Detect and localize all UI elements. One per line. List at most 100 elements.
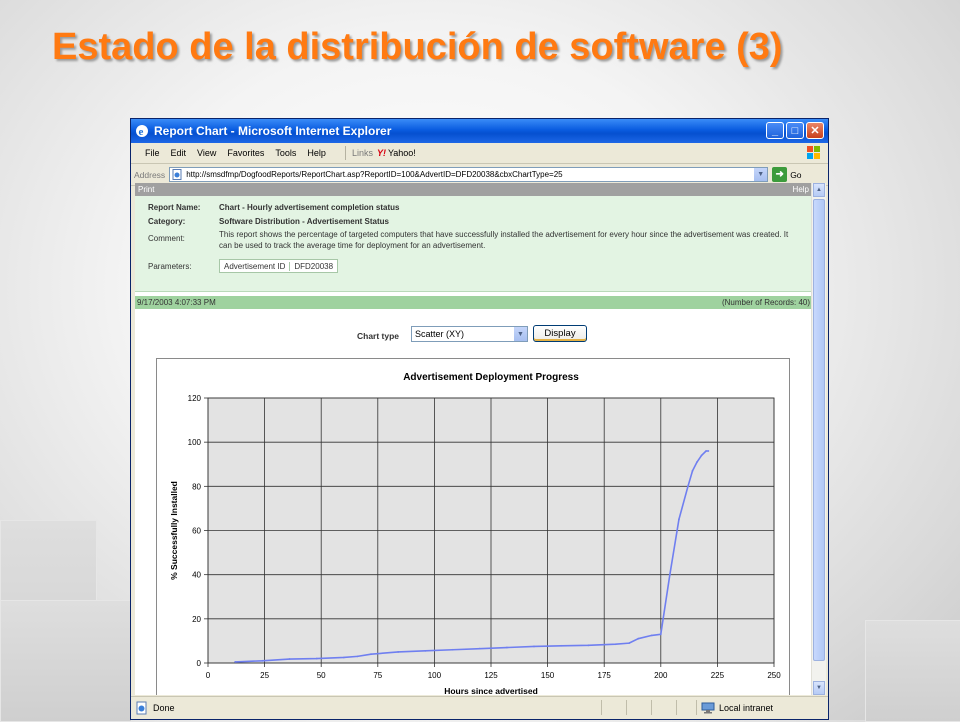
- x-tick-label: 25: [260, 671, 269, 680]
- parameters-table: Advertisement ID DFD20038: [219, 259, 339, 273]
- x-tick-label: 175: [598, 671, 612, 680]
- data-point: [650, 634, 653, 637]
- data-point: [707, 450, 710, 452]
- y-tick-label: 0: [197, 659, 202, 668]
- address-label: Address: [134, 169, 166, 180]
- chart-title: Advertisement Deployment Progress: [403, 372, 579, 383]
- x-tick-label: 75: [373, 671, 382, 680]
- x-tick-label: 50: [317, 671, 326, 680]
- chart-type-label: Chart type: [357, 331, 400, 341]
- ie-logo-icon: e: [136, 125, 148, 138]
- status-divider: [676, 700, 677, 715]
- links-label: Links: [351, 148, 373, 158]
- report-timestamp: 9/17/2003 4:07:33 PM: [137, 298, 216, 307]
- chart-container: 0 25 50 75 100 125 150 175 200 225 250 0 20 40 60 80 100…: [156, 358, 790, 695]
- page-content: Print Help Report Name: Chart - Hourly a…: [135, 183, 812, 695]
- status-divider: [626, 700, 627, 715]
- display-button[interactable]: Display: [533, 325, 587, 342]
- x-tick-label: 250: [767, 671, 781, 680]
- report-name-value: Chart - Hourly advertisement completion …: [219, 203, 400, 212]
- background-block: [0, 600, 132, 722]
- help-link[interactable]: Help: [793, 185, 809, 194]
- status-divider: [601, 700, 602, 715]
- data-point: [614, 643, 617, 646]
- y-tick-label: 100: [188, 438, 202, 447]
- zone-text: Local intranet: [719, 703, 774, 713]
- data-point: [687, 485, 689, 488]
- param-name: Advertisement ID: [220, 261, 291, 271]
- menu-view[interactable]: View: [197, 148, 216, 158]
- param-value: DFD20038: [294, 261, 334, 271]
- maximize-button[interactable]: □: [786, 122, 804, 139]
- data-point: [659, 633, 662, 636]
- scroll-thumb[interactable]: [813, 199, 825, 661]
- y-tick-label: 80: [192, 482, 201, 491]
- y-tick-label: 40: [192, 571, 201, 580]
- svg-text:e: e: [139, 126, 144, 138]
- window-titlebar[interactable]: e Report Chart - Microsoft Internet Expl…: [131, 119, 828, 143]
- menu-help[interactable]: Help: [307, 148, 326, 158]
- comment-value: This report shows the percentage of targ…: [219, 230, 789, 250]
- close-button[interactable]: ✕: [806, 122, 824, 139]
- menu-separator: [344, 146, 346, 160]
- chevron-down-icon[interactable]: ▼: [514, 327, 527, 341]
- x-tick-label: 150: [541, 671, 555, 680]
- category-label: Category:: [148, 217, 186, 226]
- data-point: [424, 649, 427, 652]
- scroll-down-icon[interactable]: ▼: [813, 681, 825, 695]
- status-bar: Done Local intranet: [131, 696, 828, 719]
- menu-edit[interactable]: Edit: [171, 148, 187, 158]
- data-point: [478, 647, 481, 650]
- data-point: [678, 518, 680, 521]
- page-done-icon: [136, 701, 147, 715]
- y-tick-label: 20: [192, 615, 201, 624]
- data-point: [451, 648, 454, 651]
- intranet-icon: [701, 702, 715, 714]
- data-point: [691, 469, 694, 472]
- scroll-up-icon[interactable]: ▲: [813, 183, 825, 197]
- window-title: Report Chart - Microsoft Internet Explor…: [154, 124, 392, 138]
- background-block: [865, 620, 960, 722]
- data-point: [560, 644, 563, 647]
- report-toolbar: Print Help: [135, 183, 812, 196]
- deployment-chart: 0 25 50 75 100 125 150 175 200 225 250 0 20 40 60 80 100…: [169, 372, 781, 695]
- data-point: [628, 642, 631, 645]
- go-button[interactable]: Go: [790, 170, 801, 180]
- category-value: Software Distribution - Advertisement St…: [219, 217, 389, 226]
- parameters-label: Parameters:: [148, 262, 192, 271]
- slide-title: Estado de la distribución de software (3…: [52, 26, 783, 68]
- data-point: [315, 657, 318, 660]
- y-axis-label: % Successfully Installed: [169, 481, 179, 580]
- go-arrow-icon[interactable]: ➜: [772, 167, 788, 182]
- address-input[interactable]: http://smsdfmp/DogfoodReports/ReportChar…: [169, 167, 769, 182]
- status-divider: [651, 700, 652, 715]
- menu-favorites[interactable]: Favorites: [227, 148, 264, 158]
- report-info-panel: Report Name: Chart - Hourly advertisemen…: [135, 196, 812, 292]
- windows-logo-icon: [807, 146, 820, 159]
- menu-tools[interactable]: Tools: [275, 148, 296, 158]
- print-link[interactable]: Print: [138, 185, 154, 194]
- data-point: [370, 653, 372, 656]
- link-yahoo[interactable]: Yahoo!: [388, 148, 416, 158]
- data-point: [696, 461, 698, 463]
- data-point: [261, 659, 264, 662]
- chevron-down-icon[interactable]: ▼: [754, 168, 768, 181]
- data-point: [397, 651, 400, 653]
- data-point: [533, 645, 535, 648]
- address-url: http://smsdfmp/DogfoodReports/ReportChar…: [186, 170, 563, 179]
- vertical-scrollbar[interactable]: ▲ ▼: [811, 183, 826, 695]
- data-point: [637, 637, 640, 640]
- menu-bar: File Edit View Favorites Tools Help Link…: [131, 143, 828, 164]
- yahoo-icon: Y!: [376, 148, 386, 158]
- y-tick-label: 60: [192, 527, 201, 536]
- chart-type-select[interactable]: Scatter (XY) ▼: [411, 326, 528, 342]
- minimize-button[interactable]: _: [766, 122, 784, 139]
- menu-file[interactable]: File: [145, 148, 160, 158]
- comment-label: Comment:: [148, 234, 185, 243]
- report-status-bar: 9/17/2003 4:07:33 PM (Number of Records:…: [135, 296, 812, 309]
- y-tick-label: 120: [188, 394, 202, 403]
- chart-type-value: Scatter (XY): [415, 329, 465, 339]
- data-point: [342, 656, 345, 659]
- data-point: [700, 454, 703, 457]
- status-divider: [696, 700, 697, 715]
